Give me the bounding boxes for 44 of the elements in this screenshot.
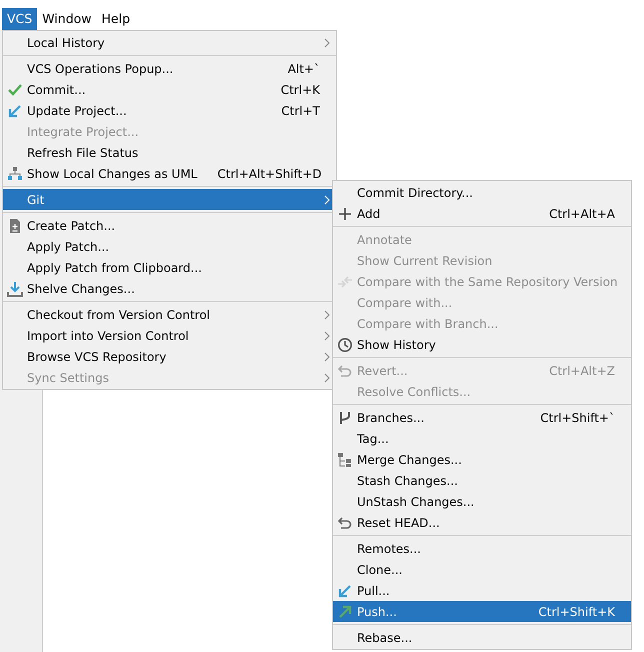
menu-item[interactable]: Clone... (333, 559, 631, 580)
document-icon (7, 218, 23, 234)
check-icon (7, 82, 23, 98)
menu-item[interactable]: Remotes... (333, 538, 631, 559)
menu-item[interactable]: Import into Version Control (3, 325, 336, 346)
download-tray-icon (7, 280, 23, 296)
menu-item[interactable]: Show Local Changes as UML Ctrl+Alt+Shift+D (3, 163, 336, 184)
menu-item[interactable]: Local History (3, 32, 336, 53)
merge-icon (337, 452, 353, 468)
menu-item[interactable]: Commit... Ctrl+K (3, 79, 336, 100)
menu-item[interactable]: Update Project... Ctrl+T (3, 100, 336, 121)
menu-item[interactable]: Reset HEAD... (333, 512, 631, 533)
menu-bar-item[interactable]: Window (37, 8, 97, 30)
menu-item[interactable]: Shelve Changes... (3, 278, 336, 299)
down-left-arrow-icon (337, 582, 353, 598)
undo-arrow-icon (337, 362, 353, 378)
clock-icon (337, 336, 353, 352)
menu-item[interactable]: Add Ctrl+Alt+A (333, 203, 631, 224)
diagram-icon (7, 166, 23, 182)
menu-item[interactable]: Browse VCS Repository (3, 346, 336, 367)
undo-arrow-icon (337, 514, 353, 530)
menu-item[interactable]: UnStash Changes... (333, 491, 631, 512)
menu-item[interactable]: Branches... Ctrl+Shift+` (333, 407, 631, 428)
menu-item[interactable]: Tag... (333, 428, 631, 449)
compare-arrows-icon (337, 274, 353, 290)
menu-item[interactable]: Merge Changes... (333, 449, 631, 470)
branch-icon (337, 410, 353, 426)
menu-item[interactable]: Apply Patch from Clipboard... (3, 257, 336, 278)
menu-item[interactable]: Create Patch... (3, 215, 336, 236)
menu-item[interactable]: Push... Ctrl+Shift+K (333, 601, 631, 622)
menu-bar-item[interactable]: VCS (2, 8, 38, 30)
menu-item[interactable]: VCS Operations Popup... Alt+` (3, 58, 336, 79)
up-right-arrow-icon (337, 604, 353, 620)
menu-item[interactable]: Apply Patch... (3, 236, 336, 257)
menu-item[interactable]: Refresh File Status (3, 142, 336, 163)
plus-icon (337, 206, 353, 222)
menu-item[interactable]: Rebase... (333, 627, 631, 648)
down-left-arrow-icon (7, 102, 23, 118)
menu-item[interactable]: Pull... (333, 580, 631, 601)
menu-item[interactable]: Commit Directory... (333, 182, 631, 203)
menu-item[interactable]: Stash Changes... (333, 470, 631, 491)
menu-item[interactable]: Show History (333, 334, 631, 355)
menu-item[interactable]: Checkout from Version Control (3, 304, 336, 325)
menu-bar-item[interactable]: Help (96, 8, 136, 30)
